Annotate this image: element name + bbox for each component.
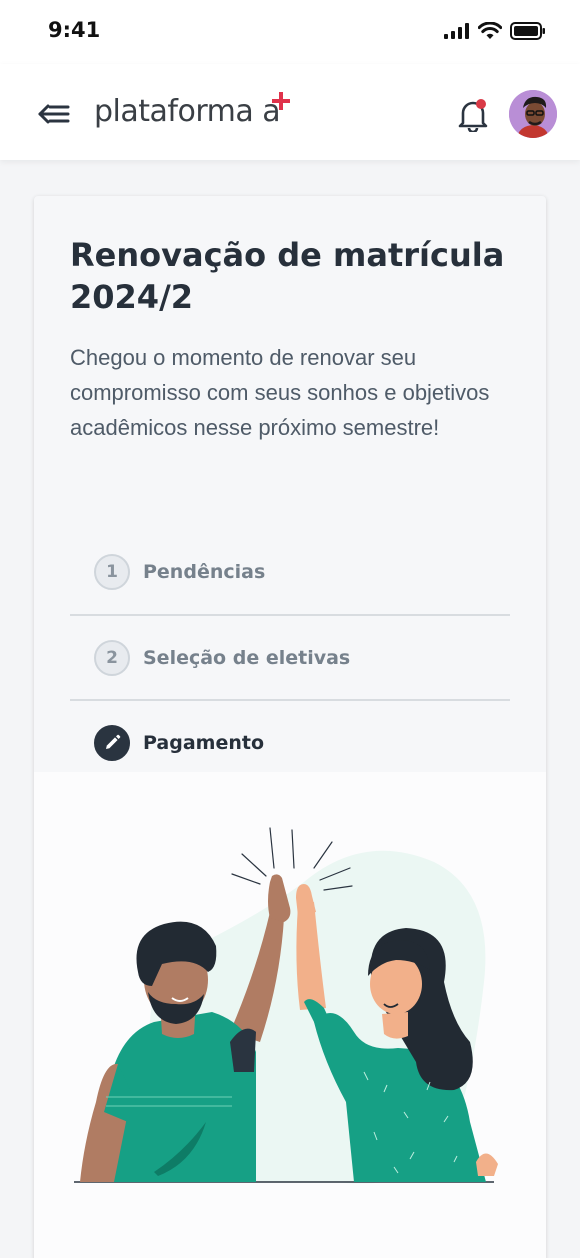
step-number-badge: 2 [94, 639, 130, 676]
brand-logo-text: plataforma a [94, 94, 281, 129]
back-button[interactable] [36, 100, 72, 128]
avatar-image [509, 90, 557, 138]
notifications-button[interactable] [457, 98, 489, 134]
steps-list: 1 Pendências 2 Seleção de eletivas Pagam… [70, 529, 510, 784]
step-number-badge: 1 [94, 553, 130, 590]
back-arrow-icon [38, 104, 70, 124]
battery-icon [510, 22, 545, 40]
status-icons [444, 22, 546, 40]
app-header: plataforma a [0, 64, 580, 160]
high-five-illustration [74, 827, 498, 1184]
step-selecao-eletivas[interactable]: 2 Seleção de eletivas [70, 614, 510, 699]
card-description: Chegou o momento de renovar seu compromi… [70, 345, 490, 440]
status-time: 9:41 [48, 18, 101, 42]
step-current-badge [94, 724, 130, 761]
illustration-panel [34, 772, 546, 1258]
avatar[interactable] [509, 90, 557, 138]
step-label: Pagamento [143, 731, 265, 754]
renewal-card: Renovação de matrícula 2024/2 Chegou o m… [34, 196, 546, 1258]
status-bar: 9:41 [0, 0, 580, 64]
step-label: Pendências [143, 560, 266, 583]
pencil-icon [106, 734, 121, 749]
step-pendencias[interactable]: 1 Pendências [70, 529, 510, 614]
bell-icon [458, 99, 488, 134]
wifi-icon [478, 22, 502, 39]
page-title: Renovação de matrícula 2024/2 [70, 236, 505, 316]
notification-dot [476, 99, 486, 109]
step-label: Seleção de eletivas [143, 646, 351, 669]
brand-plus-icon [272, 92, 290, 110]
signal-icon [444, 23, 469, 39]
